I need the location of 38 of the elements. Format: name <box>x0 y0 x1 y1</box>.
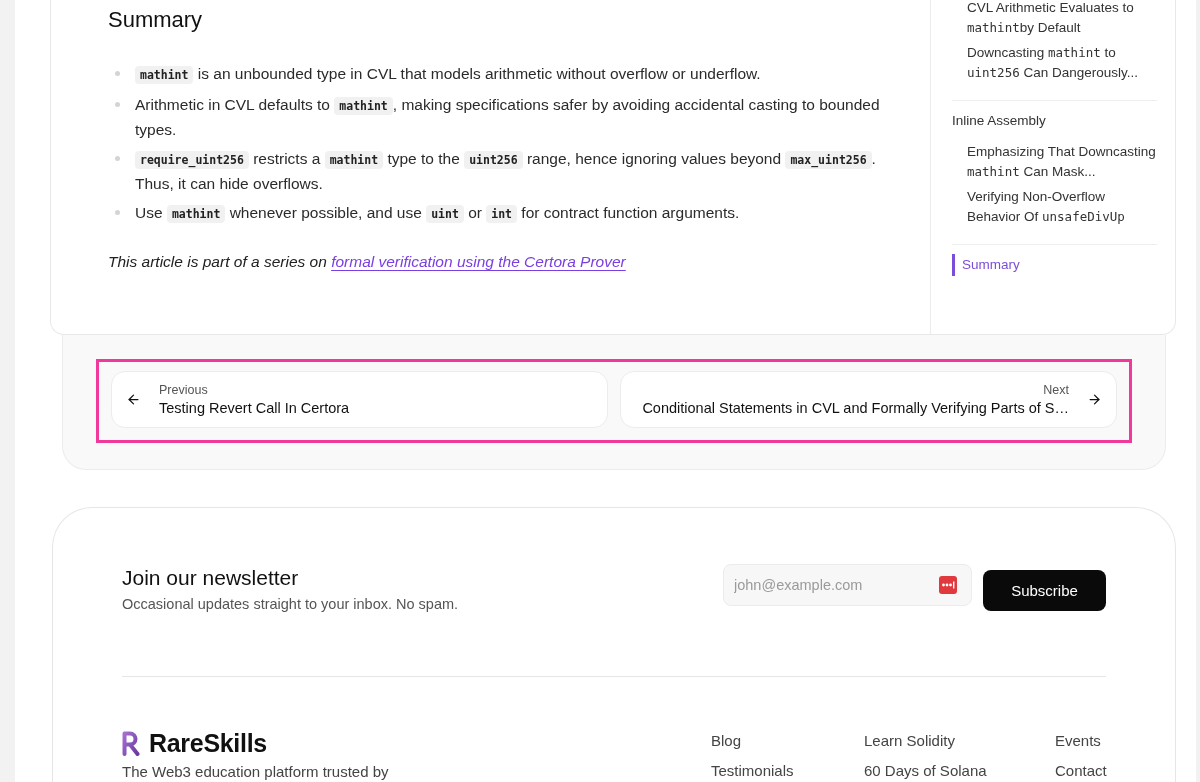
email-field[interactable]: john@example.com <box>723 564 972 606</box>
toc-item-link[interactable]: Downcasting mathint to uint256 Can Dangerously... <box>967 43 1157 82</box>
footer-link[interactable]: Testimonials <box>711 762 864 780</box>
bullet-dot-icon <box>115 210 120 215</box>
series-note: This article is part of a series on formal verification using the Certora Prover <box>108 252 627 272</box>
section-heading: Summary <box>108 7 204 33</box>
bullet-dot-icon <box>115 71 120 76</box>
pagination-label: Previous <box>159 381 208 398</box>
footer-link[interactable]: Learn Solidity <box>864 732 1055 750</box>
series-link[interactable]: formal verification using the Certora Prover <box>331 253 626 270</box>
bullet-dot-icon <box>115 102 120 107</box>
arrow-right-icon <box>1087 392 1102 407</box>
toc-item-link[interactable]: CVL Arithmetic Evaluates to mathintby Default <box>967 0 1157 37</box>
bullet-dot-icon <box>115 156 120 161</box>
toc-section-link[interactable]: Summary <box>952 254 1157 276</box>
footer-link[interactable]: Events <box>1055 732 1107 750</box>
article-title: Conditional Statements in CVL and Formally Verifying Parts of S… <box>642 398 1069 418</box>
newsletter-subtitle: Occasional updates straight to your inbox. No spam. <box>122 595 459 614</box>
newsletter-title: Join our newsletter <box>122 565 300 591</box>
bullet-text: require_uint256 restricts a mathint type to the uint256 range, hence ignoring values beyond max_uint256 . Thus, it can hide overflows. <box>135 149 877 194</box>
bullet-text: mathint is an unbounded type in CVL that models arithmetic without overflow or underflow. <box>135 62 883 87</box>
footer-link[interactable]: Blog <box>711 732 864 750</box>
footer-link[interactable]: Contact <box>1055 762 1107 780</box>
logo-icon <box>122 730 140 756</box>
subscribe-button[interactable]: Subscribe <box>983 570 1106 611</box>
bullet-text: Use mathint whenever possible, and use uint or int for contract function arguments. <box>135 203 741 225</box>
pagination-label: Next <box>1043 381 1069 398</box>
next-article-link[interactable]: Next Conditional Statements in CVL and Formally Verifying Parts of S… <box>620 371 1117 428</box>
toc-item-link[interactable]: Emphasizing That Downcasting mathint Can Mask... <box>967 142 1157 181</box>
footer-link[interactable]: 60 Days of Solana <box>864 762 1055 780</box>
brand-tagline: The Web3 education platform trusted by <box>122 763 390 781</box>
password-dots-icon[interactable] <box>939 576 957 594</box>
brand-name: RareSkills <box>149 730 267 756</box>
toc-item-link[interactable]: Verifying Non-Overflow Behavior Of unsafeDivUp <box>967 187 1157 226</box>
toc-section-link[interactable]: Inline Assembly <box>952 110 1157 132</box>
article-title: Testing Revert Call In Certora <box>159 398 350 418</box>
bullet-text: Arithmetic in CVL defaults to mathint , making specifications safer by avoiding accidental casting to bounded types. <box>135 95 881 140</box>
previous-article-link[interactable]: Previous Testing Revert Call In Certora <box>111 371 608 428</box>
